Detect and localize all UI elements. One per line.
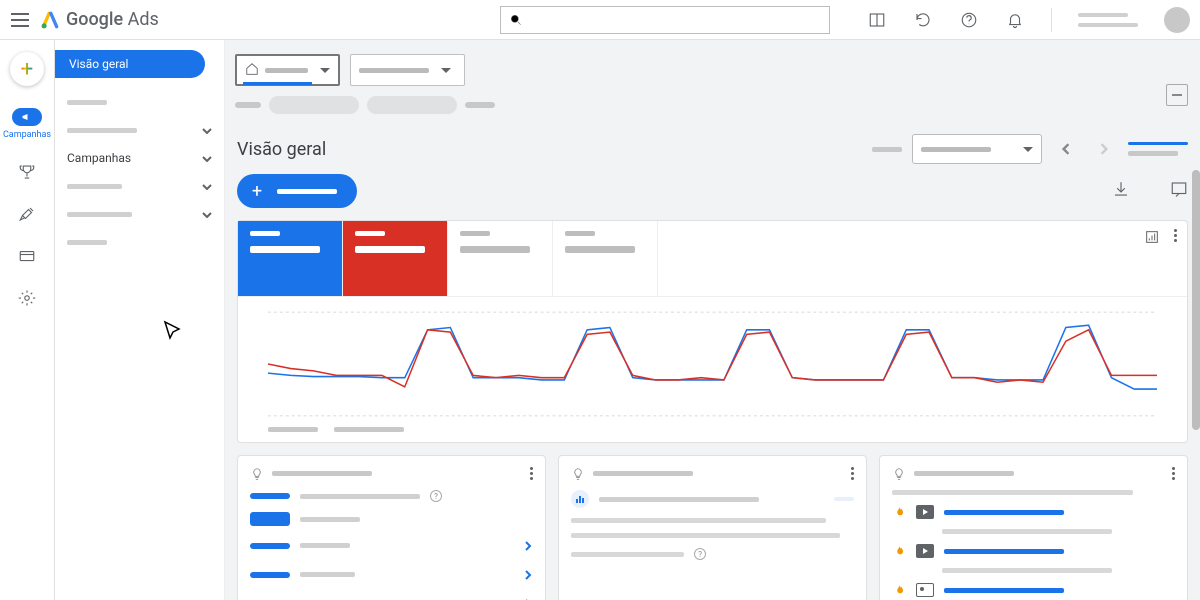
nav-rail: + Campanhas <box>0 40 55 600</box>
filter-chip[interactable] <box>269 96 359 114</box>
rail-campaigns[interactable]: Campanhas <box>3 108 51 140</box>
sidebar-item[interactable] <box>55 172 224 200</box>
plus-icon: + <box>247 181 267 201</box>
rail-billing[interactable] <box>17 246 37 266</box>
expand-chart-icon[interactable] <box>1144 229 1160 249</box>
campaign-selector[interactable] <box>350 54 465 86</box>
arrow-right-icon[interactable] <box>523 594 533 600</box>
hamburger-icon[interactable] <box>8 8 32 32</box>
chevron-down-icon <box>320 68 330 73</box>
save-icon[interactable] <box>1166 84 1188 106</box>
help-icon[interactable] <box>959 10 979 30</box>
home-icon <box>245 61 259 80</box>
page-title: Visão geral <box>237 139 326 160</box>
notifications-icon[interactable] <box>1005 10 1025 30</box>
metric-tab-1[interactable] <box>238 221 343 296</box>
chevron-down-icon <box>202 181 212 191</box>
help-icon[interactable]: ? <box>430 490 442 502</box>
search-icon <box>509 13 523 27</box>
fire-icon <box>892 583 906 597</box>
product-logo[interactable]: Google Ads <box>40 9 159 30</box>
video-icon <box>916 544 934 558</box>
reports-icon[interactable] <box>867 10 887 30</box>
page-titlebar: Visão geral <box>225 124 1200 174</box>
video-icon <box>916 505 934 519</box>
gear-icon <box>17 288 37 308</box>
chevron-down-icon <box>1023 147 1033 152</box>
lightbulb-icon <box>571 466 585 480</box>
header-actions <box>867 0 1190 40</box>
metric-tabs <box>238 221 1187 297</box>
metric-tab-4[interactable] <box>553 221 658 296</box>
sidebar: Visão geral Campanhas <box>55 40 225 600</box>
chevron-down-icon <box>202 153 212 163</box>
content-area: Visão geral + <box>225 40 1200 600</box>
more-icon[interactable] <box>1172 467 1175 480</box>
next-period-button[interactable] <box>1090 135 1118 163</box>
sidebar-item-campaigns[interactable]: Campanhas <box>55 144 224 172</box>
download-icon[interactable] <box>1112 180 1130 202</box>
create-button[interactable]: + <box>10 52 44 86</box>
mouse-cursor <box>162 320 180 338</box>
rail-goals[interactable] <box>17 162 37 182</box>
crumb <box>235 102 261 108</box>
breadcrumb <box>225 92 1200 124</box>
label <box>1128 151 1178 156</box>
more-icon[interactable] <box>851 467 854 480</box>
search-input[interactable] <box>500 6 830 34</box>
sidebar-item[interactable] <box>55 200 224 228</box>
insight-card-3 <box>879 455 1188 600</box>
insight-cards: ? ? <box>225 455 1200 600</box>
sidebar-item[interactable] <box>55 116 224 144</box>
ads-logo-icon <box>40 10 60 30</box>
new-campaign-button[interactable]: + <box>237 174 357 208</box>
metric-tab-2[interactable] <box>343 221 448 296</box>
account-selector[interactable] <box>235 54 340 86</box>
fire-icon <box>892 544 906 558</box>
status-chip[interactable] <box>834 497 854 501</box>
account-label <box>1078 13 1138 27</box>
label <box>872 147 902 152</box>
insight-card-2: ? <box>558 455 867 600</box>
rail-settings[interactable] <box>17 288 37 308</box>
crumb <box>465 102 495 108</box>
arrow-right-icon[interactable] <box>523 536 533 555</box>
more-icon[interactable] <box>1174 229 1177 242</box>
product-name: Google Ads <box>66 9 159 30</box>
app-header: Google Ads <box>0 0 1200 40</box>
sidebar-item-overview[interactable]: Visão geral <box>55 50 205 78</box>
avatar[interactable] <box>1164 7 1190 33</box>
chevron-down-icon <box>202 209 212 219</box>
megaphone-icon <box>12 108 42 126</box>
sidebar-item[interactable] <box>55 88 224 116</box>
chevron-down-icon <box>441 68 451 73</box>
feedback-icon[interactable] <box>1170 180 1188 202</box>
date-range-selector[interactable] <box>912 134 1042 164</box>
sidebar-item[interactable] <box>55 228 224 256</box>
card-icon <box>17 246 37 266</box>
tools-icon <box>17 204 37 224</box>
refresh-icon[interactable] <box>913 10 933 30</box>
performance-card <box>237 220 1188 443</box>
lightbulb-icon <box>250 466 264 480</box>
prev-period-button[interactable] <box>1052 135 1080 163</box>
fire-icon <box>892 505 906 519</box>
arrow-right-icon[interactable] <box>523 565 533 584</box>
help-icon[interactable]: ? <box>694 548 706 560</box>
scope-selectors <box>225 40 1200 92</box>
trend-chart <box>238 297 1187 427</box>
lightbulb-icon <box>892 466 906 480</box>
insight-card-1: ? <box>237 455 546 600</box>
chevron-down-icon <box>202 125 212 135</box>
compare-indicator <box>1128 142 1188 145</box>
scrollbar[interactable] <box>1192 170 1200 430</box>
divider <box>1051 8 1052 32</box>
more-icon[interactable] <box>530 467 533 480</box>
image-icon <box>916 583 934 597</box>
trophy-icon <box>17 162 37 182</box>
filter-chip[interactable] <box>367 96 457 114</box>
metric-tab-3[interactable] <box>448 221 553 296</box>
chart-legend <box>238 427 1187 442</box>
rail-tools[interactable] <box>17 204 37 224</box>
